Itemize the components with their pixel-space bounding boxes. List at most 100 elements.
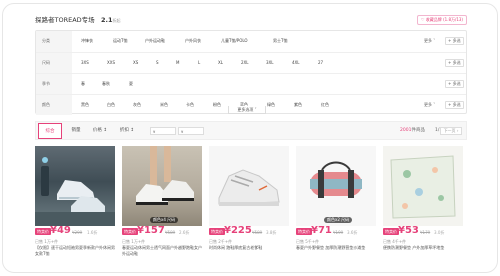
product-sold: 已售 2千+件 bbox=[209, 239, 233, 244]
filter-option[interactable]: 春 bbox=[81, 74, 85, 94]
product-original-price: ¥199 bbox=[333, 230, 344, 235]
product-card[interactable]: 特卖价 ¥49 ¥299 1.6折 已售 1万+件 【仅限】速干运动短袖男夏季新… bbox=[35, 146, 115, 272]
filter-option[interactable]: XXS bbox=[107, 53, 115, 73]
picnic-mat-icon bbox=[390, 155, 456, 219]
product-image[interactable]: 颜色x2 尺码 bbox=[296, 146, 376, 226]
product-sold: 已售 4千+件 bbox=[383, 239, 407, 244]
product-title[interactable]: 春夏户外野餐垫 加厚防潮野营垫沙滩垫 bbox=[296, 245, 376, 251]
favorite-count: (1.8万/13) bbox=[443, 17, 463, 22]
sort-price[interactable]: 价格 ↕ bbox=[88, 123, 112, 139]
filter-option[interactable]: 户外风衣 bbox=[185, 31, 201, 51]
filter-multi-button[interactable]: + 多选 bbox=[445, 80, 464, 88]
variant-overlay: 颜色x2 尺码 bbox=[324, 217, 353, 223]
product-tag: 特卖价 bbox=[383, 228, 399, 235]
product-discount: 1.6折 bbox=[87, 230, 98, 235]
filter-option[interactable]: L bbox=[198, 53, 200, 73]
product-title[interactable]: 时尚休闲 跑鞋厚底复古老爹鞋 bbox=[209, 245, 289, 251]
product-card[interactable]: 颜色x2 尺码 特卖价 ¥71 ¥199 3.6折 已售 5千+件 春夏户外野餐… bbox=[296, 146, 376, 272]
filter-option[interactable]: M bbox=[176, 53, 179, 73]
product-title[interactable]: 【仅限】速干运动短袖男夏季新款户外休闲男女款T恤 bbox=[35, 245, 115, 257]
sneaker-icon bbox=[136, 146, 194, 205]
filter-option[interactable]: S bbox=[156, 53, 159, 73]
brand-header: 探路者TOREAD专场 2.1折起 ♡ 收藏品牌 (1.8万/13) bbox=[35, 14, 467, 28]
next-page-button[interactable]: 下一页 › bbox=[440, 127, 462, 135]
filter-row-size: 尺码 3XS XXS XS S M L XL 2XL 3XL 4XL 27 + … bbox=[36, 52, 466, 73]
filter-multi-button[interactable]: + 多选 bbox=[445, 101, 464, 109]
sort-sales[interactable]: 销量 bbox=[65, 123, 87, 139]
product-image[interactable] bbox=[383, 146, 463, 226]
filter-option[interactable]: 红色 bbox=[321, 95, 329, 115]
product-sold: 已售 5千+件 bbox=[296, 239, 320, 244]
product-price: ¥49 bbox=[50, 225, 71, 236]
product-original-price: ¥589 bbox=[165, 230, 176, 235]
favorite-brand-button[interactable]: ♡ 收藏品牌 (1.8万/13) bbox=[416, 15, 467, 25]
filter-label: 颜色 bbox=[36, 95, 72, 115]
product-original-price: ¥179 bbox=[420, 230, 431, 235]
filter-option[interactable]: 夏 bbox=[129, 74, 133, 94]
filter-option[interactable]: 3XL bbox=[266, 53, 274, 73]
product-tag: 特卖价 bbox=[209, 228, 225, 235]
filter-option[interactable]: 户外运动鞋 bbox=[145, 31, 165, 51]
filter-option[interactable]: 绿色 bbox=[267, 95, 275, 115]
filter-option[interactable]: 4XL bbox=[292, 53, 300, 73]
filter-multi-button[interactable]: + 多选 bbox=[445, 37, 464, 45]
price-min-input[interactable] bbox=[150, 127, 176, 135]
filter-option[interactable]: 27 bbox=[318, 53, 323, 73]
filter-more-button[interactable]: 更多 ˅ bbox=[424, 101, 435, 109]
sort-discount[interactable]: 折扣 ↕ bbox=[115, 123, 139, 139]
product-discount: 3.6折 bbox=[347, 230, 358, 235]
filter-option[interactable]: 男士T恤 bbox=[273, 31, 287, 51]
filter-more-button[interactable]: 更多 ˅ bbox=[424, 37, 435, 45]
filter-option[interactable]: 黑色 bbox=[81, 95, 89, 115]
product-card[interactable]: 颜色x4 尺码 特卖价 ¥157 ¥589 2.6折 已售 1万+件 春夏运动休… bbox=[122, 146, 202, 272]
sort-bar: 综合 销量 价格 ↕ 折扣 ↕ 2001件商品 1/11 ‹ 下一页 › bbox=[35, 121, 467, 140]
filter-label: 尺码 bbox=[36, 53, 72, 73]
product-tag: 特卖价 bbox=[122, 228, 138, 235]
filter-option[interactable]: 儿童T恤/POLO bbox=[221, 31, 248, 51]
product-discount: 3.8折 bbox=[266, 230, 277, 235]
total-count: 2001件商品 bbox=[400, 123, 425, 139]
product-tag: 特卖价 bbox=[35, 228, 51, 235]
filter-option[interactable]: 米色 bbox=[160, 95, 168, 115]
filter-option[interactable]: 冲锋衣 bbox=[81, 31, 93, 51]
filter-option[interactable]: XS bbox=[133, 53, 138, 73]
product-tag: 特卖价 bbox=[296, 228, 312, 235]
filter-option[interactable]: 卡色 bbox=[186, 95, 194, 115]
filter-option[interactable]: 运动T恤 bbox=[113, 31, 127, 51]
filter-label: 分类 bbox=[36, 31, 72, 52]
sneaker-icon bbox=[35, 157, 115, 226]
total-number: 2001 bbox=[400, 128, 412, 133]
product-card[interactable]: 特卖价 ¥53 ¥179 3.0折 已售 4千+件 便携防潮野餐垫 户外加厚草坪… bbox=[383, 146, 463, 272]
product-image[interactable] bbox=[209, 146, 289, 226]
filter-option[interactable]: 灰色 bbox=[133, 95, 141, 115]
discount-value: 2.1 bbox=[101, 16, 113, 24]
browser-frame: 探路者TOREAD专场 2.1折起 ♡ 收藏品牌 (1.8万/13) 分类 冲锋… bbox=[2, 3, 498, 273]
filter-row-category: 分类 冲锋衣 运动T恤 户外运动鞋 户外风衣 儿童T恤/POLO 男士T恤 更多… bbox=[36, 31, 466, 52]
more-options-toggle[interactable]: 更多选项 ˅ bbox=[228, 106, 266, 114]
filter-multi-button[interactable]: + 多选 bbox=[445, 59, 464, 67]
product-sold: 已售 1万+件 bbox=[35, 239, 59, 244]
filter-row-season: 季节 春 春秋 夏 + 多选 bbox=[36, 73, 466, 94]
filter-label: 季节 bbox=[36, 74, 72, 94]
product-image[interactable]: 颜色x4 尺码 bbox=[122, 146, 202, 226]
filter-option[interactable]: 3XS bbox=[81, 53, 89, 73]
filter-option[interactable]: 粉色 bbox=[213, 95, 221, 115]
price-max-input[interactable] bbox=[178, 127, 204, 135]
discount-info: 2.1折起 bbox=[101, 14, 121, 27]
product-price: ¥71 bbox=[311, 225, 332, 236]
product-discount: 3.0折 bbox=[434, 230, 445, 235]
product-title[interactable]: 便携防潮野餐垫 户外加厚草坪地垫 bbox=[383, 245, 463, 251]
filter-option[interactable]: XL bbox=[218, 53, 223, 73]
product-image[interactable] bbox=[35, 146, 115, 226]
filter-option[interactable]: 2XL bbox=[241, 53, 249, 73]
product-card[interactable]: 特卖价 ¥225 ¥589 3.8折 已售 2千+件 时尚休闲 跑鞋厚底复古老爹… bbox=[209, 146, 289, 272]
product-original-price: ¥589 bbox=[252, 230, 263, 235]
filter-option[interactable]: 春秋 bbox=[102, 74, 110, 94]
favorite-label: 收藏品牌 bbox=[425, 17, 442, 22]
product-title[interactable]: 春夏运动休闲男士透气网面户外越野跑鞋女户外运动鞋 bbox=[122, 245, 202, 257]
filter-option[interactable]: 紫色 bbox=[294, 95, 302, 115]
product-price: ¥53 bbox=[398, 225, 419, 236]
sort-default[interactable]: 综合 bbox=[38, 123, 62, 139]
filter-option[interactable]: 白色 bbox=[107, 95, 115, 115]
heart-icon: ♡ bbox=[420, 17, 425, 22]
